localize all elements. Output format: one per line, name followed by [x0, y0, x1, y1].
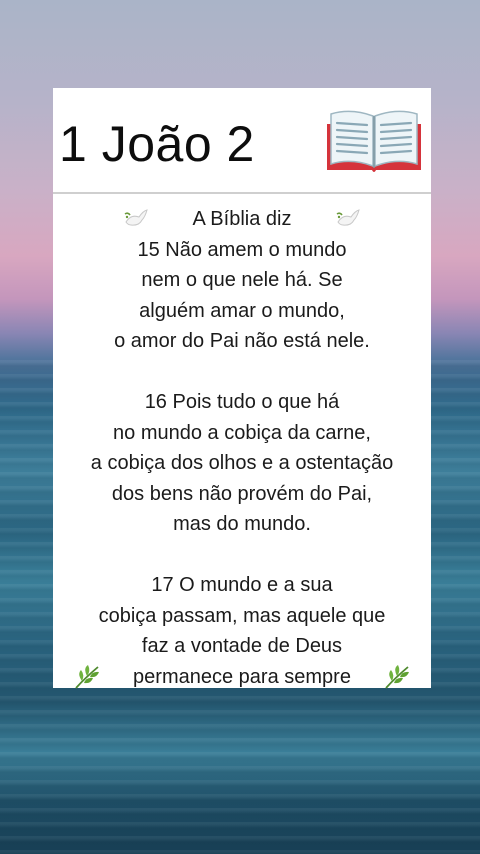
- verse-line: o amor do Pai não está nele.: [114, 330, 370, 352]
- verse-text: A Bíblia diz 15 Não amem o mundo nem o q…: [53, 204, 431, 692]
- last-verse-line: permanece para sempre: [53, 662, 431, 693]
- verse-line: cobiça passam, mas aquele que: [98, 604, 386, 627]
- page-title: 1 João 2: [59, 116, 255, 172]
- verse-line: dos bens não provém do Pai,: [111, 482, 373, 505]
- dove-icon: [337, 209, 361, 226]
- verse-line: 17 O mundo e a sua: [151, 574, 333, 596]
- verse-line: faz a vontade de Deus: [141, 635, 343, 657]
- dove-icon: [124, 209, 148, 226]
- open-book-icon: [327, 110, 421, 172]
- verse-line: permanece para sempre: [133, 665, 351, 688]
- verse-card: 1 João 2 A Bíblia diz 15 Não amem o mund…: [53, 88, 431, 689]
- verse-line: no mundo a cobiça da carne,: [113, 421, 371, 444]
- verse-line: mas do mundo.: [173, 513, 311, 535]
- title-row: 1 João 2: [53, 88, 431, 192]
- verse-line: a cobiça dos olhos e a ostentação: [90, 452, 394, 474]
- verse-line: alguém amar o mundo,: [139, 299, 345, 322]
- verse-line: 15 Não amem o mundo: [137, 238, 347, 261]
- verse-line: 16 Pois tudo o que há: [144, 391, 340, 413]
- herb-icon: [385, 664, 409, 689]
- title-divider: [53, 192, 431, 194]
- header-line: A Bíblia diz: [53, 204, 431, 235]
- verse-line: nem o que nele há. Se: [141, 269, 343, 291]
- herb-icon: [75, 664, 99, 689]
- header-text: A Bíblia diz: [192, 208, 292, 230]
